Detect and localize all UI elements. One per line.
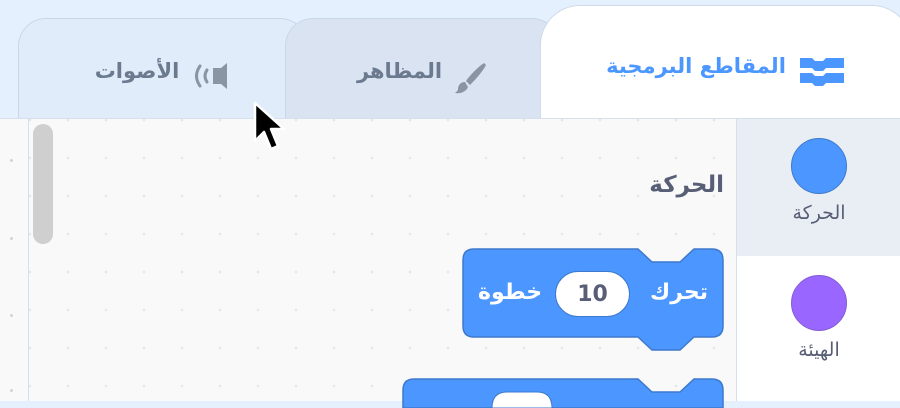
looks-category-dot xyxy=(791,275,847,331)
speaker-icon xyxy=(191,61,231,91)
grid-dot xyxy=(10,159,13,162)
move-steps-block[interactable]: تحرك 10 خطوة xyxy=(462,248,724,356)
tab-code[interactable]: المقاطع البرمجية xyxy=(540,5,900,125)
category-looks[interactable]: الهيئة xyxy=(737,256,900,393)
category-looks-label: الهيئة xyxy=(798,339,840,361)
motion-block[interactable] xyxy=(402,378,724,408)
steps-number-input[interactable]: 10 xyxy=(555,271,630,317)
mouse-cursor-icon xyxy=(252,101,292,161)
code-blocks-icon xyxy=(798,56,846,86)
tab-costumes[interactable]: المظاهر xyxy=(285,18,560,128)
tab-costumes-label: المظاهر xyxy=(356,59,443,83)
steps-block-label: خطوة xyxy=(478,279,543,305)
tab-sounds-label: الأصوات xyxy=(94,59,180,83)
category-menu: الحركة الهيئة xyxy=(736,118,900,401)
tab-code-label: المقاطع البرمجية xyxy=(606,54,786,78)
move-block-label: تحرك xyxy=(650,279,708,305)
palette-section-title: الحركة xyxy=(649,172,724,198)
script-workspace[interactable] xyxy=(0,118,28,401)
palette-scrollbar[interactable] xyxy=(33,124,53,244)
paintbrush-icon xyxy=(454,61,488,95)
category-motion[interactable]: الحركة xyxy=(737,119,900,256)
category-motion-label: الحركة xyxy=(792,202,846,224)
grid-dot xyxy=(10,389,13,392)
motion-category-dot xyxy=(791,138,847,194)
grid-dot xyxy=(10,314,13,317)
grid-dot xyxy=(10,237,13,240)
